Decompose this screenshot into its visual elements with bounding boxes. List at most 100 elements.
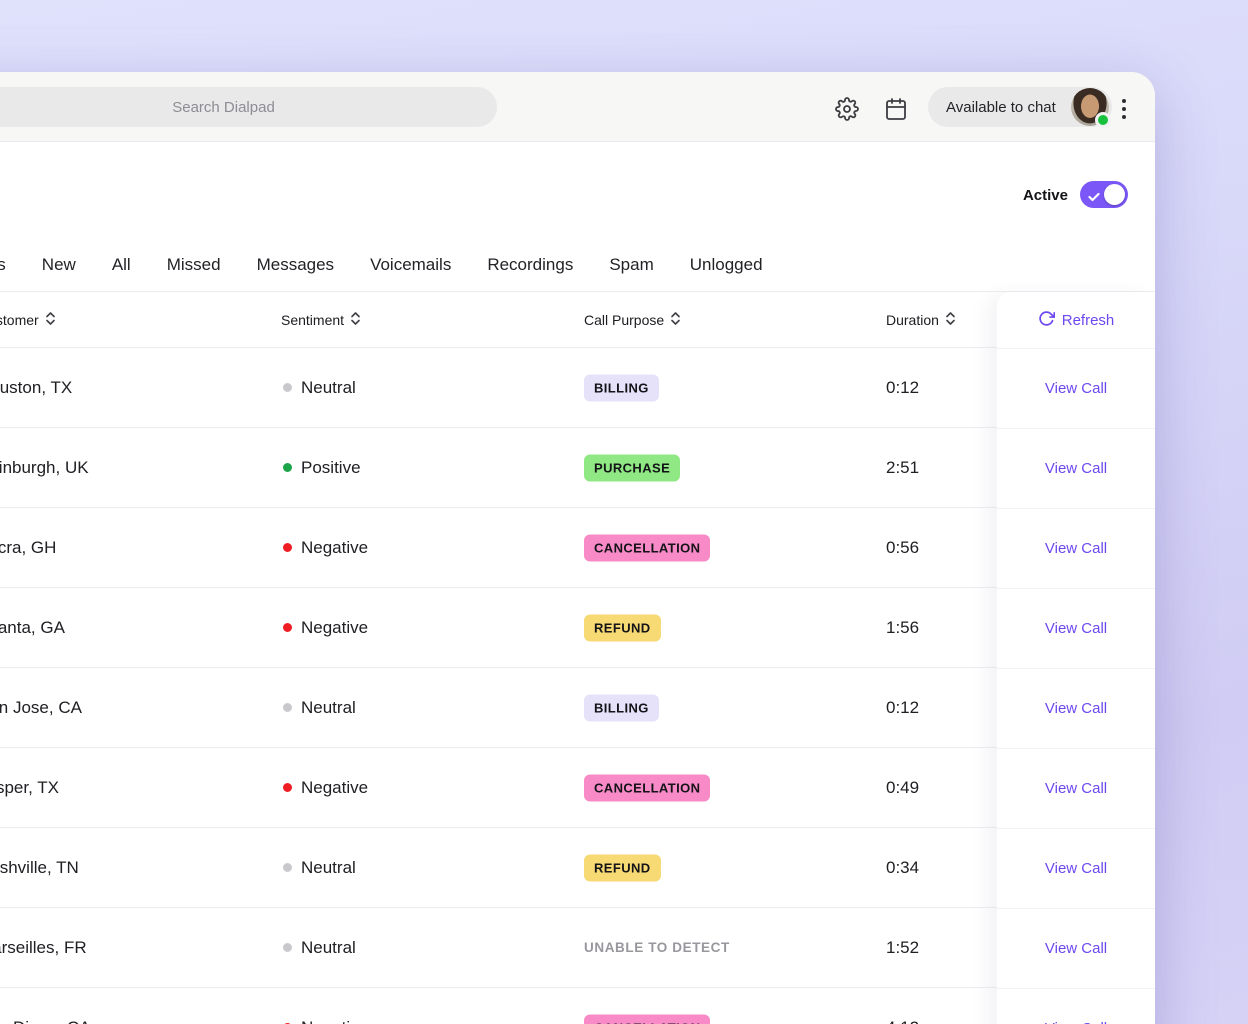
overflow-menu-button[interactable] <box>1117 97 1131 121</box>
call-purpose-cell: CANCELLATION <box>584 1014 711 1024</box>
customer-cell: Jasper, TX <box>0 777 59 797</box>
action-cells: View Call View Call View Call View Call View… <box>997 348 1155 1024</box>
sentiment-cell: Neutral <box>283 858 356 878</box>
column-header-duration[interactable]: Duration <box>886 312 955 328</box>
view-call-link[interactable]: View Call <box>1045 620 1107 637</box>
sentiment-label: Positive <box>301 457 361 477</box>
search-input[interactable]: Search Dialpad <box>0 87 497 127</box>
table-row: Jasper, TX Negative CANCELLATION 0:49 <box>0 748 997 828</box>
duration-cell: 0:56 <box>886 537 920 557</box>
call-table-body: Houston, TX Neutral BILLING 0:12 Edinburgh, … <box>0 348 997 1024</box>
view-call-link[interactable]: View Call <box>1045 860 1107 877</box>
table-row: Marseilles, FR Neutral UNABLE TO DETECT 1:5… <box>0 908 997 988</box>
tab-spam[interactable]: Spam <box>609 255 653 275</box>
settings-button[interactable] <box>835 97 859 121</box>
duration-cell: 0:34 <box>886 857 920 877</box>
customer-cell: Nashville, TN <box>0 857 79 877</box>
column-header-label: Call Purpose <box>584 312 665 328</box>
column-header-customer[interactable]: Customer <box>0 312 55 328</box>
customer-cell: San Jose, CA <box>0 697 82 717</box>
customer-cell: San Diego, CA <box>0 1018 90 1024</box>
view-call-link[interactable]: View Call <box>1045 380 1107 397</box>
sentiment-dot-icon <box>283 783 292 792</box>
view-call-link[interactable]: View Call <box>1045 940 1107 957</box>
sentiment-dot-icon <box>283 943 292 952</box>
sentiment-dot-icon <box>283 623 292 632</box>
column-header-sentiment[interactable]: Sentiment <box>281 312 360 328</box>
duration-cell: 1:56 <box>886 617 920 637</box>
sentiment-cell: Neutral <box>283 378 356 398</box>
calendar-button[interactable] <box>884 97 908 121</box>
sentiment-label: Neutral <box>301 697 356 717</box>
kebab-menu-icon <box>1121 98 1127 120</box>
column-header-label: Customer <box>0 312 39 328</box>
sentiment-dot-icon <box>283 863 292 872</box>
sentiment-dot-icon <box>283 543 292 552</box>
active-toggle[interactable] <box>1080 181 1128 208</box>
customer-cell: Atlanta, GA <box>0 617 65 637</box>
action-cell: View Call <box>997 828 1155 908</box>
column-header-label: Sentiment <box>281 312 345 328</box>
call-purpose-cell: BILLING <box>584 374 659 401</box>
tab-voicemails[interactable]: Voicemails <box>370 255 451 275</box>
sort-icon <box>946 312 955 328</box>
column-header-call-purpose[interactable]: Call Purpose <box>584 312 680 328</box>
sentiment-cell: Positive <box>283 458 361 478</box>
column-header-label: Duration <box>886 312 939 328</box>
refresh-label: Refresh <box>1061 311 1115 329</box>
call-purpose-cell: REFUND <box>584 614 661 641</box>
tab-all[interactable]: All <box>112 255 131 275</box>
customer-cell: Marseilles, FR <box>0 937 87 957</box>
call-purpose-badge: BILLING <box>584 374 659 401</box>
sentiment-label: Neutral <box>301 377 356 397</box>
tab-recordings[interactable]: Recordings <box>487 255 573 275</box>
tab-new[interactable]: New <box>42 255 76 275</box>
table-row: Atlanta, GA Negative REFUND 1:56 <box>0 588 997 668</box>
desktop-background: Search Dialpad Available to chat Active … <box>0 0 1248 1024</box>
availability-status-button[interactable]: Available to chat <box>928 87 1112 128</box>
tab-messages[interactable]: Messages <box>257 255 334 275</box>
action-cell: View Call <box>997 428 1155 508</box>
sentiment-dot-icon <box>283 383 292 392</box>
tab-missed[interactable]: Missed <box>167 255 221 275</box>
call-purpose-badge: CANCELLATION <box>584 774 711 801</box>
table-row: Edinburgh, UK Positive PURCHASE 2:51 <box>0 428 997 508</box>
action-cell: View Call <box>997 908 1155 988</box>
duration-cell: 0:12 <box>886 697 920 717</box>
dialpad-app-window: Search Dialpad Available to chat Active … <box>0 72 1155 1024</box>
call-purpose-badge: CANCELLATION <box>584 534 711 561</box>
call-purpose-cell: UNABLE TO DETECT <box>584 939 730 957</box>
sentiment-cell: Negative <box>283 618 368 638</box>
duration-cell: 0:12 <box>886 377 920 397</box>
tab-unlogged[interactable]: Unlogged <box>690 255 763 275</box>
view-call-link[interactable]: View Call <box>1045 540 1107 557</box>
sentiment-label: Negative <box>301 537 369 557</box>
avatar <box>1071 88 1111 128</box>
table-row: Houston, TX Neutral BILLING 0:12 <box>0 348 997 428</box>
check-icon <box>1088 189 1100 207</box>
call-purpose-cell: BILLING <box>584 694 659 721</box>
action-cell: View Call <box>997 668 1155 748</box>
refresh-button[interactable]: Refresh <box>997 292 1155 348</box>
duration-cell: 0:49 <box>886 777 920 797</box>
call-purpose-badge: PURCHASE <box>584 454 681 481</box>
customer-cell: Accra, GH <box>0 537 57 557</box>
view-call-link[interactable]: View Call <box>1045 700 1107 717</box>
refresh-icon <box>1038 310 1055 331</box>
action-cell: View Call <box>997 988 1155 1024</box>
sentiment-dot-icon <box>283 463 292 472</box>
call-purpose-badge: CANCELLATION <box>584 1014 711 1024</box>
call-purpose-badge: BILLING <box>584 694 659 721</box>
search-placeholder: Search Dialpad <box>172 98 275 116</box>
call-purpose-badge: UNABLE TO DETECT <box>584 939 730 955</box>
call-purpose-cell: PURCHASE <box>584 454 681 481</box>
calendar-icon <box>884 97 908 121</box>
view-call-link[interactable]: View Call <box>1045 460 1107 477</box>
sentiment-cell: Negative <box>283 538 368 558</box>
view-call-link[interactable]: View Call <box>1045 1020 1107 1024</box>
sentiment-cell: Neutral <box>283 938 356 958</box>
view-call-link[interactable]: View Call <box>1045 780 1107 797</box>
sentiment-cell: Neutral <box>283 698 356 718</box>
tab-calls[interactable]: Calls <box>0 255 6 275</box>
call-purpose-cell: CANCELLATION <box>584 774 711 801</box>
